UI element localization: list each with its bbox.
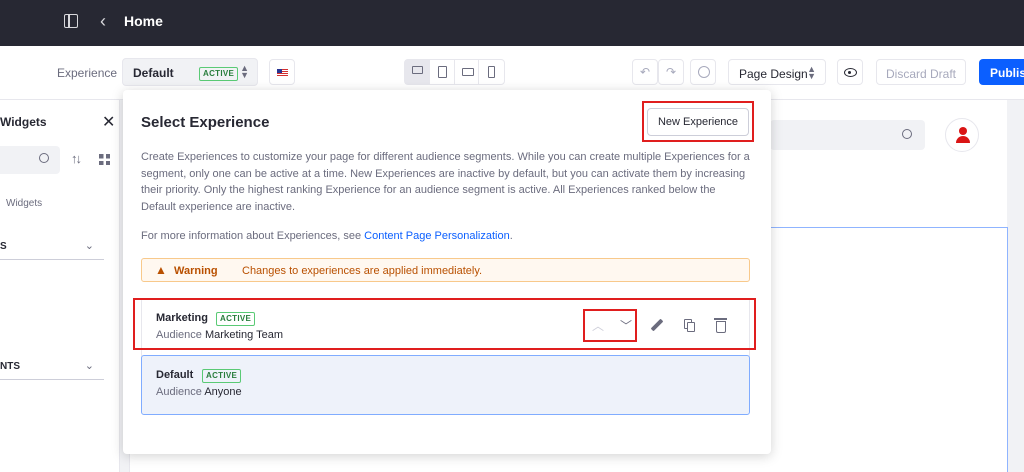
widgets-panel: Widgets ✕ ↑↓ Widgets S ⌄ NTS ⌄ [0,100,120,472]
close-icon[interactable]: ✕ [102,112,115,132]
preview-button[interactable] [837,59,863,85]
eye-icon [844,68,857,77]
undo-button[interactable]: ↶ [632,59,658,85]
tablet-icon [437,66,447,78]
desktop-icon [412,66,423,74]
phone-icon [488,66,496,78]
page-title: Home [124,13,163,29]
page-design-label: Page Design [739,67,808,81]
widgets-panel-title: Widgets [0,115,47,129]
warning-alert: ▲ Warning Changes to experiences are app… [141,258,750,282]
user-avatar-icon[interactable] [945,118,979,152]
experience-selected-name: Default [133,66,174,80]
warning-text: Changes to experiences are applied immed… [242,265,483,277]
back-chevron-icon[interactable]: ‹ [100,11,106,31]
content-page-personalization-link[interactable]: Content Page Personalization [364,230,510,242]
widget-category-label: NTS [0,361,20,372]
redo-icon: ↷ [665,65,677,79]
select-experience-dialog: Select Experience New Experience Create … [123,90,771,454]
discard-draft-button[interactable]: Discard Draft [876,59,966,85]
landscape-phone-preview-button[interactable] [455,60,480,84]
widget-category-label: S [0,241,7,252]
status-badge: ACTIVE [199,67,239,81]
more-info-text: For more information about Experiences, … [141,230,513,242]
search-icon [902,129,912,139]
status-badge: ACTIVE [202,369,242,383]
chevron-down-icon: ⌄ [84,240,94,252]
widgets-search-input[interactable] [0,146,60,174]
top-bar: ‹ Home ⋮ [0,0,1024,46]
sort-icon[interactable]: ↑↓ [71,151,82,166]
landscape-phone-icon [461,68,474,76]
annotation-highlight [133,298,756,350]
more-info-prefix: For more information about Experiences, … [141,230,365,242]
desktop-preview-button[interactable] [405,60,430,84]
widget-category[interactable]: S ⌄ [0,234,104,260]
warning-title: Warning [174,265,218,277]
search-icon[interactable] [39,153,49,163]
dialog-title: Select Experience [141,114,270,131]
sidebar-toggle-icon[interactable] [64,14,78,28]
device-preview-group [404,59,505,85]
page-design-selector[interactable]: Page Design ▲ ▼ [728,59,826,85]
language-selector-button[interactable] [269,59,295,85]
audience-value: Anyone [204,386,242,398]
warning-icon: ▲ [155,263,167,277]
kebab-icon[interactable]: ⋮ [1018,8,1024,24]
widget-category[interactable]: NTS ⌄ [0,354,104,380]
experience-label: Experience [57,66,118,80]
audience-label: Audience [156,386,202,398]
phone-preview-button[interactable] [479,60,504,84]
select-caret-icon: ▲ ▼ [807,64,816,81]
undo-icon: ↶ [639,65,651,79]
publish-button[interactable]: Publish [979,59,1024,85]
chevron-down-icon: ⌄ [84,360,94,372]
fragment-dropzone [770,227,1008,472]
dialog-description: Create Experiences to customize your pag… [141,151,750,214]
grid-icon[interactable] [99,154,110,165]
page-search-bar[interactable] [770,120,925,150]
us-flag-icon [277,69,288,77]
experience-audience: Audience Anyone [156,386,242,398]
history-icon [698,66,710,78]
experience-list-item[interactable]: Default ACTIVE Audience Anyone [141,355,750,415]
discard-draft-label: Discard Draft [885,67,956,81]
select-caret-icon: ▲ ▼ [240,63,249,80]
tablet-preview-button[interactable] [430,60,455,84]
experience-selector[interactable]: Default ACTIVE ▲ ▼ [122,58,258,86]
history-button[interactable] [690,59,716,85]
experience-name: Default [156,369,194,381]
publish-label: Publish [990,66,1024,80]
annotation-highlight [642,101,754,142]
more-info-suffix: . [509,230,513,242]
annotation-highlight [583,309,637,342]
tab-widgets[interactable]: Widgets [6,198,42,209]
redo-button[interactable]: ↷ [658,59,684,85]
